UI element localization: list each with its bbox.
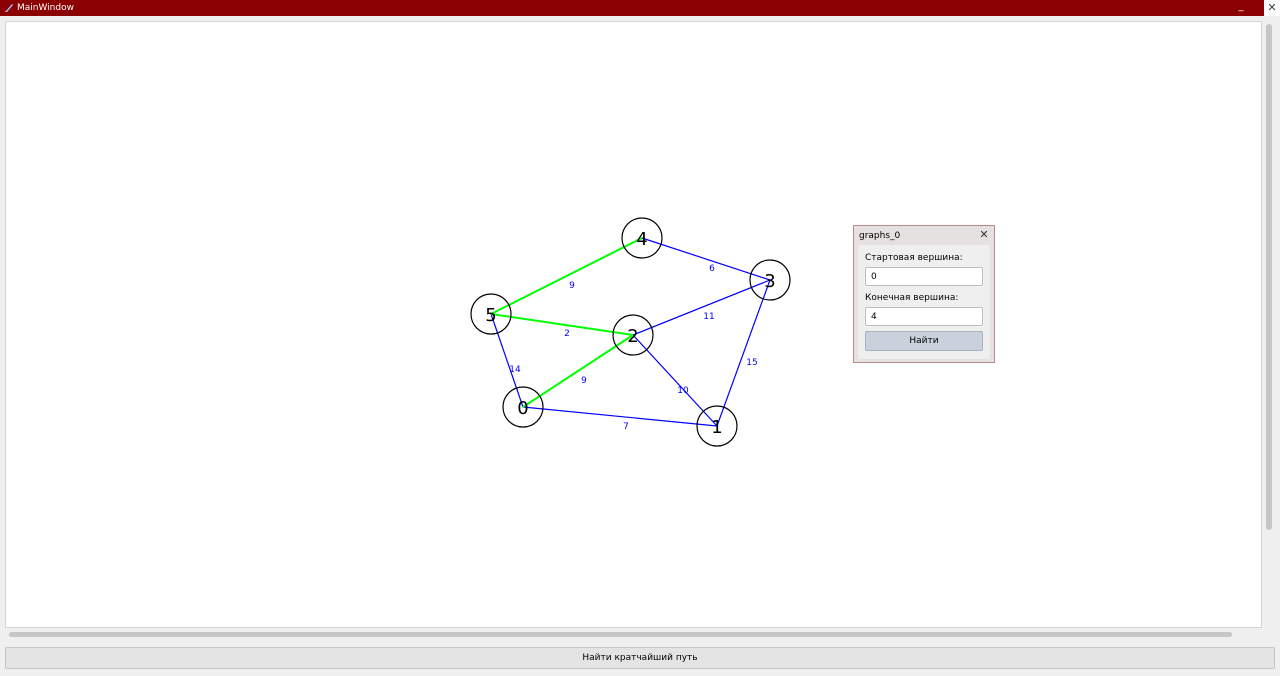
edge-weight-label: 10	[677, 386, 689, 396]
edge-1-2	[632, 334, 718, 427]
vertex-label-0: 0	[517, 398, 528, 419]
edge-weight-label: 11	[703, 312, 714, 322]
edge-weight-label: 9	[581, 376, 587, 386]
end-vertex-label: Конечная вершина:	[865, 293, 959, 303]
vertex-label-1: 1	[711, 417, 722, 438]
start-vertex-input[interactable]	[865, 267, 983, 286]
vertical-scrollbar-thumb[interactable]	[1266, 24, 1272, 530]
vertex-label-3: 3	[764, 271, 775, 292]
edge-4-5	[490, 237, 643, 315]
edge-2-5	[490, 313, 634, 336]
edge-weight-label: 14	[509, 365, 521, 375]
dialog-body: Стартовая вершина: Конечная вершина: Най…	[858, 245, 990, 359]
edge-weight-label: 6	[709, 264, 715, 274]
edge-weight-label: 2	[564, 329, 570, 339]
start-vertex-label: Стартовая вершина:	[865, 253, 963, 263]
vertex-label-4: 4	[636, 229, 647, 250]
vertex-label-5: 5	[485, 305, 496, 326]
dialog-close-icon[interactable]: ✕	[978, 229, 990, 241]
horizontal-scrollbar-thumb[interactable]	[9, 632, 1232, 637]
dialog-title: graphs_0	[859, 231, 901, 241]
path-dialog: graphs_0 ✕ Стартовая вершина: Конечная в…	[853, 225, 995, 363]
edge-0-1	[522, 406, 718, 427]
edge-0-5	[490, 313, 524, 408]
vertex-label-2: 2	[627, 326, 638, 347]
edge-weight-label: 15	[746, 358, 757, 368]
find-button[interactable]: Найти	[865, 331, 983, 351]
edge-weight-label: 9	[569, 281, 575, 291]
graph-view: 7 9 14 10 15 11 2 6 9 0 1 2 3 4 5	[470, 217, 791, 447]
edge-weight-label: 7	[623, 422, 629, 432]
find-shortest-path-button[interactable]: Найти кратчайший путь	[5, 647, 1275, 669]
edge-2-3	[632, 279, 771, 336]
end-vertex-input[interactable]	[865, 307, 983, 326]
edge-1-3	[716, 279, 771, 427]
